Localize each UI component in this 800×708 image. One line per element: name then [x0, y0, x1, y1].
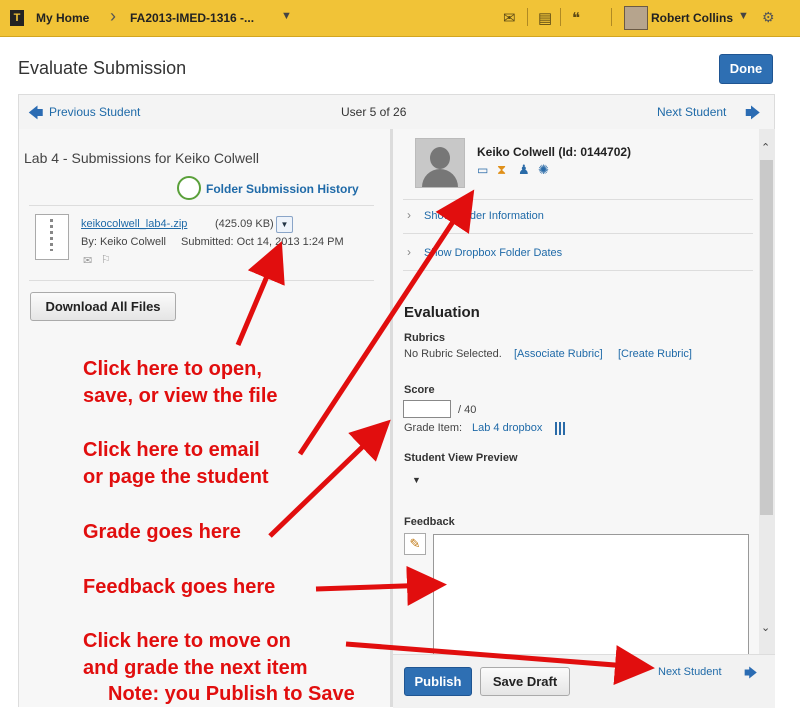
arrow-to-feedback: [315, 565, 447, 606]
arrow-to-file-dropdown: [235, 241, 285, 346]
arrow-to-score: [268, 419, 391, 538]
annotation-arrows: [235, 189, 655, 685]
arrow-to-email-icon: [297, 189, 475, 456]
arrow-to-next-student: [345, 641, 655, 685]
